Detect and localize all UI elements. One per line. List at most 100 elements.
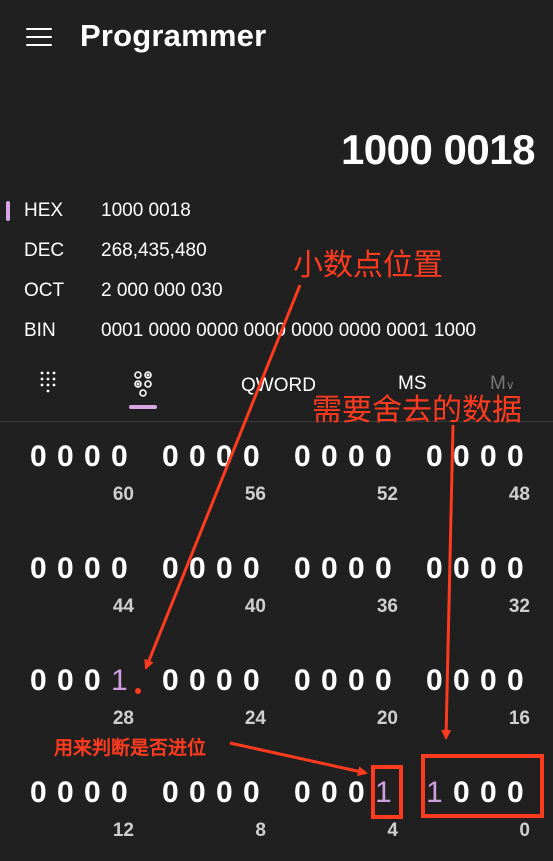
bit-toggle[interactable]: 0 [30,552,57,586]
bit-toggle[interactable]: 0 [189,664,216,698]
hamburger-menu-icon[interactable] [26,28,52,48]
display-value: 1000 0018 [340,126,536,173]
bit-toggle[interactable]: 0 [375,440,402,474]
bit-toggle[interactable]: 0 [243,664,270,698]
bit-toggle[interactable]: 0 [57,776,84,810]
bit-toggle[interactable]: 0 [57,552,84,586]
bit-toggle[interactable]: 0 [57,440,84,474]
bit-toggle[interactable]: 0 [507,552,534,586]
bit-toggle[interactable]: 0 [243,440,270,474]
bit-toggle[interactable]: 0 [507,664,534,698]
bit-toggle[interactable]: 0 [162,664,189,698]
bit-position-label: 0 [519,820,530,841]
bit-position-label: 48 [508,484,530,505]
bit-digits: 0000 [30,440,138,474]
bit-toggle[interactable]: 0 [426,552,453,586]
bit-position-label: 20 [376,708,398,729]
bit-toggle[interactable]: 0 [507,440,534,474]
bit-toggle[interactable]: 0 [348,664,375,698]
bit-position-label: 36 [376,596,398,617]
bit-toggle[interactable]: 0 [453,664,480,698]
word-size-button[interactable]: QWORD [241,375,316,397]
bit-toggle[interactable]: 0 [111,552,138,586]
bit-toggle[interactable]: 0 [426,440,453,474]
bit-toggle[interactable]: 0 [243,776,270,810]
bit-digits: 0000 [162,552,270,586]
bit-toggle[interactable]: 0 [111,776,138,810]
bit-toggle[interactable]: 0 [30,664,57,698]
bit-toggle[interactable]: 0 [216,552,243,586]
bit-group: 0 0 0 1 28 [30,664,140,744]
bit-toggle[interactable]: 0 [375,552,402,586]
app-title: Programmer [80,18,267,53]
bit-toggle[interactable]: 0 [294,664,321,698]
bit-toggle[interactable]: 0 [57,664,84,698]
bit-toggle[interactable]: 0 [216,440,243,474]
bit-toggle[interactable]: 0 [30,776,57,810]
bit-toggle[interactable]: 0 [189,776,216,810]
bit-group: 0 0 0 0 24 [162,664,272,744]
bit-position-label: 16 [508,708,530,729]
bit-position-label: 40 [244,596,266,617]
annotation-decimal-point: 小数点位置 [293,249,443,282]
bit-toggle[interactable]: 0 [321,552,348,586]
discard-bits-highlight [421,754,544,818]
bit-toggle[interactable]: 0 [30,440,57,474]
bit-position-label: 60 [112,484,134,505]
bit-toggle[interactable]: 0 [294,552,321,586]
bit-toggle[interactable]: 0 [162,440,189,474]
bit-toggle[interactable]: 1 [111,664,138,698]
radix-label: HEX [24,200,64,221]
radix-label: DEC [24,240,65,261]
bit-digits: 0000 [162,440,270,474]
bit-toggle[interactable]: 0 [189,552,216,586]
bit-group: 0 0 0 0 12 [30,776,140,856]
full-keypad-icon[interactable] [38,370,62,394]
bit-toggle[interactable]: 0 [375,664,402,698]
radix-row-hex[interactable]: HEX 1000 0018 [0,193,553,233]
bit-toggle[interactable]: 0 [348,552,375,586]
bit-digits: 0000 [426,440,534,474]
bit-toggle[interactable]: 0 [243,552,270,586]
radix-value: 268,435,480 [101,240,207,261]
bit-toggle[interactable]: 0 [84,552,111,586]
bit-toggle[interactable]: 0 [216,664,243,698]
bit-toggling-keypad-icon[interactable] [130,370,156,400]
bit-toggle[interactable]: 0 [321,776,348,810]
radix-label: OCT [24,280,65,301]
bit-toggle[interactable]: 0 [453,552,480,586]
radix-label: BIN [24,320,56,341]
bit-toggle[interactable]: 0 [162,776,189,810]
bit-toggle[interactable]: 0 [84,440,111,474]
bit-toggle[interactable]: 0 [348,440,375,474]
bit-toggle[interactable]: 0 [84,664,111,698]
bit-position-label: 4 [387,820,398,841]
radix-row-oct[interactable]: OCT 2 000 000 030 [0,273,553,313]
bit-toggle[interactable]: 0 [480,664,507,698]
bit-toggle[interactable]: 0 [480,552,507,586]
annotation-carry-check: 用来判断是否进位 [54,738,207,759]
bit-group: 0 0 0 0 44 [30,552,140,632]
bit-toggle[interactable]: 0 [111,440,138,474]
bit-toggle[interactable]: 0 [321,664,348,698]
bit-toggle[interactable]: 0 [294,776,321,810]
bit-digits: 0000 [30,776,138,810]
bit-digits: 0000 [162,664,270,698]
bit-position-label: 8 [255,820,266,841]
bit-digits: 0000 [294,664,402,698]
bit-toggle[interactable]: 0 [84,776,111,810]
bit-toggle[interactable]: 0 [453,440,480,474]
bit-toggle[interactable]: 0 [294,440,321,474]
bit-position-label: 28 [112,708,134,729]
bit-toggle[interactable]: 0 [189,440,216,474]
bit-toggle[interactable]: 0 [162,552,189,586]
bit-digits: 0000 [294,440,402,474]
carry-bit-highlight [371,765,403,819]
radix-row-bin[interactable]: BIN 0001 0000 0000 0000 0000 0000 0001 1… [0,313,553,353]
bit-group: 0 0 0 0 36 [294,552,404,632]
radix-row-dec[interactable]: DEC 268,435,480 [0,233,553,273]
bit-toggle[interactable]: 0 [216,776,243,810]
bit-toggle[interactable]: 0 [426,664,453,698]
bit-toggle[interactable]: 0 [480,440,507,474]
bit-toggle[interactable]: 0 [321,440,348,474]
